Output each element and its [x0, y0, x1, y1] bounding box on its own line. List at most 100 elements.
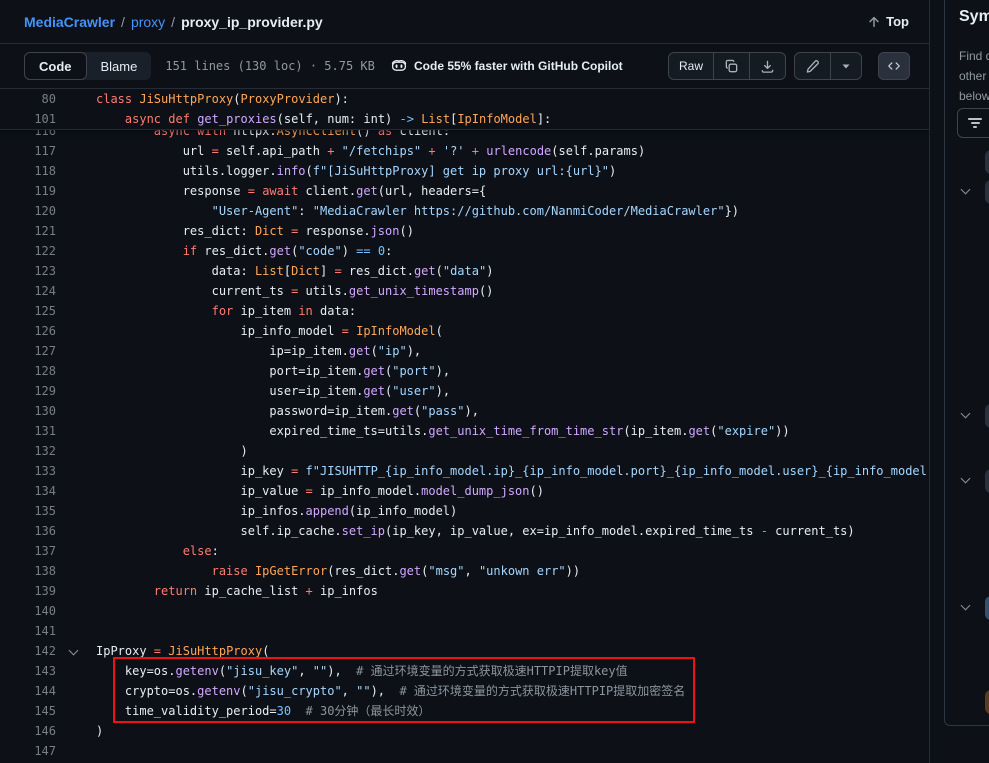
code-text: key=os.getenv("jisu_key", ""), # 通过环境变量的… — [96, 661, 628, 681]
caret-down-icon — [841, 61, 851, 71]
code-line: 142IpProxy = JiSuHttpProxy( — [0, 641, 929, 661]
line-number[interactable]: 125 — [0, 301, 56, 321]
line-number[interactable]: 127 — [0, 341, 56, 361]
edit-file-button[interactable] — [795, 53, 830, 79]
code-line: 126 ip_info_model = IpInfoModel( — [0, 321, 929, 341]
code-text: current_ts = utils.get_unix_timestamp() — [96, 281, 493, 301]
line-number[interactable]: 80 — [0, 89, 56, 109]
line-number[interactable]: 120 — [0, 201, 56, 221]
code-text: ) — [96, 721, 103, 741]
code-viewer: 116 async with httpx.AsyncClient() as cl… — [0, 89, 929, 763]
line-number[interactable]: 136 — [0, 521, 56, 541]
symbols-filter-button[interactable] — [957, 108, 989, 138]
line-number[interactable]: 146 — [0, 721, 56, 741]
line-number[interactable]: 132 — [0, 441, 56, 461]
line-number[interactable]: 147 — [0, 741, 56, 761]
symbols-panel-description: Find definitions and references for func… — [959, 46, 989, 66]
line-number[interactable]: 101 — [0, 109, 56, 129]
line-number[interactable]: 117 — [0, 141, 56, 161]
breadcrumb-folder-link[interactable]: proxy — [131, 14, 165, 30]
code-text: url = self.api_path + "/fetchips" + '?' … — [96, 141, 645, 161]
line-number[interactable]: 121 — [0, 221, 56, 241]
arrow-up-icon — [867, 15, 881, 29]
line-number[interactable]: 135 — [0, 501, 56, 521]
line-number[interactable]: 123 — [0, 261, 56, 281]
code-line: 132 ) — [0, 441, 929, 461]
line-number[interactable]: 119 — [0, 181, 56, 201]
line-number[interactable]: 128 — [0, 361, 56, 381]
code-line: 121 res_dict: Dict = response.json() — [0, 221, 929, 241]
code-text: utils.logger.info(f"[JiSuHttpProxy] get … — [96, 161, 616, 181]
symbol-item[interactable] — [985, 690, 989, 714]
copilot-icon — [391, 58, 407, 74]
code-line: 144 crypto=os.getenv("jisu_crypto", ""),… — [0, 681, 929, 701]
code-line: 123 data: List[Dict] = res_dict.get("dat… — [0, 261, 929, 281]
code-line: 137 else: — [0, 541, 929, 561]
line-number[interactable]: 143 — [0, 661, 56, 681]
line-number[interactable]: 137 — [0, 541, 56, 561]
copilot-banner-text: Code 55% faster with GitHub Copilot — [414, 59, 623, 73]
symbols-pane-toggle-button[interactable] — [878, 52, 910, 80]
line-number[interactable]: 126 — [0, 321, 56, 341]
code-text: ip_info_model = IpInfoModel( — [96, 321, 443, 341]
copy-raw-button[interactable] — [713, 53, 749, 79]
symbols-panel-description: other symbols in this file by clicking a… — [959, 66, 989, 86]
code-line: 135 ip_infos.append(ip_info_model) — [0, 501, 929, 521]
code-text: expired_time_ts=utils.get_unix_time_from… — [96, 421, 790, 441]
code-line: 119 response = await client.get(url, hea… — [0, 181, 929, 201]
symbol-item[interactable] — [985, 150, 989, 174]
symbol-item[interactable] — [985, 596, 989, 620]
file-header: MediaCrawler / proxy / proxy_ip_provider… — [0, 0, 929, 44]
breadcrumb-separator: / — [171, 14, 175, 30]
code-line: 141 — [0, 621, 929, 641]
code-line: 138 raise IpGetError(res_dict.get("msg",… — [0, 561, 929, 581]
github-file-view: MediaCrawler / proxy / proxy_ip_provider… — [0, 0, 989, 763]
chevron-down-icon[interactable] — [961, 185, 971, 195]
breadcrumb-filename: proxy_ip_provider.py — [181, 14, 323, 30]
code-text: res_dict: Dict = response.json() — [96, 221, 414, 241]
edit-dropdown-button[interactable] — [830, 53, 861, 79]
line-number[interactable]: 134 — [0, 481, 56, 501]
download-raw-button[interactable] — [749, 53, 785, 79]
scroll-to-top-button[interactable]: Top — [867, 14, 909, 29]
tab-blame[interactable]: Blame — [87, 52, 152, 80]
line-number[interactable]: 133 — [0, 461, 56, 481]
code-text: ip=ip_item.get("ip"), — [96, 341, 421, 361]
line-number[interactable]: 139 — [0, 581, 56, 601]
line-number[interactable]: 118 — [0, 161, 56, 181]
tab-code[interactable]: Code — [24, 52, 87, 80]
line-number[interactable]: 122 — [0, 241, 56, 261]
line-number[interactable]: 142 — [0, 641, 56, 661]
code-line: 118 utils.logger.info(f"[JiSuHttpProxy] … — [0, 161, 929, 181]
line-number[interactable]: 145 — [0, 701, 56, 721]
line-number[interactable]: 140 — [0, 601, 56, 621]
raw-button[interactable]: Raw — [669, 53, 713, 79]
breadcrumb-repo-link[interactable]: MediaCrawler — [24, 14, 115, 30]
chevron-down-icon[interactable] — [961, 474, 971, 484]
line-number[interactable]: 131 — [0, 421, 56, 441]
chevron-down-icon[interactable] — [961, 409, 971, 419]
code-line: 101 async def get_proxies(self, num: int… — [0, 109, 929, 129]
file-view-box: MediaCrawler / proxy / proxy_ip_provider… — [0, 0, 930, 763]
code-line: 134 ip_value = ip_info_model.model_dump_… — [0, 481, 929, 501]
symbol-item[interactable] — [985, 469, 989, 493]
pencil-icon — [805, 59, 820, 74]
symbol-item[interactable] — [985, 404, 989, 428]
edit-group — [794, 52, 862, 80]
line-number[interactable]: 124 — [0, 281, 56, 301]
line-number[interactable]: 138 — [0, 561, 56, 581]
chevron-down-icon[interactable] — [961, 601, 971, 611]
line-number[interactable]: 130 — [0, 401, 56, 421]
code-text: ) — [96, 441, 248, 461]
symbol-item[interactable] — [985, 180, 989, 204]
code-line: 124 current_ts = utils.get_unix_timestam… — [0, 281, 929, 301]
line-number[interactable]: 129 — [0, 381, 56, 401]
line-number[interactable]: 144 — [0, 681, 56, 701]
collapse-chevron-icon[interactable] — [69, 646, 79, 656]
code-line: 120 "User-Agent": "MediaCrawler https://… — [0, 201, 929, 221]
breadcrumb-separator: / — [121, 14, 125, 30]
line-number[interactable]: 141 — [0, 621, 56, 641]
filter-icon — [968, 118, 982, 130]
code-brackets-icon — [887, 59, 901, 73]
copilot-banner: Code 55% faster with GitHub Copilot — [391, 44, 623, 88]
